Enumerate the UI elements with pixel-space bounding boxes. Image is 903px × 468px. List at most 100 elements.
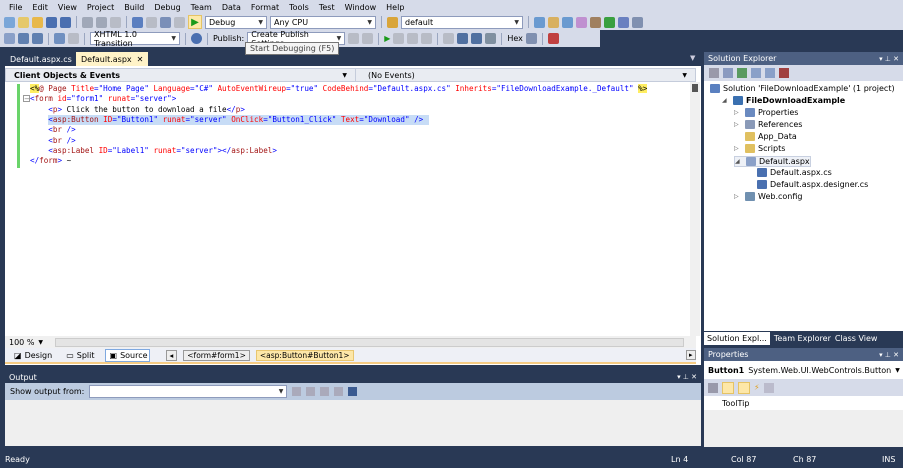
menu-build[interactable]: Build xyxy=(119,3,149,12)
comment-icon[interactable] xyxy=(54,33,65,44)
publish-web-icon[interactable] xyxy=(348,33,360,44)
refresh-icon[interactable] xyxy=(737,68,747,78)
find-input[interactable]: default ▼ xyxy=(401,15,523,29)
client-objects-select[interactable]: Client Objects & Events ▼ xyxy=(6,69,356,81)
start-page-icon[interactable] xyxy=(604,16,615,28)
properties-icon[interactable] xyxy=(709,68,719,78)
start-debugging-button[interactable]: ▶ xyxy=(188,15,202,29)
menu-view[interactable]: View xyxy=(53,3,82,12)
step-over-icon[interactable] xyxy=(471,33,483,44)
alphabetical-icon[interactable] xyxy=(722,381,734,394)
zoom-level[interactable]: 100 % xyxy=(9,338,34,347)
events-icon[interactable]: ⚡ xyxy=(754,383,760,392)
view-code-icon[interactable] xyxy=(751,68,761,78)
collapse-icon[interactable]: − xyxy=(23,95,30,103)
toolbox-icon[interactable] xyxy=(576,16,587,28)
menu-team[interactable]: Team xyxy=(186,3,217,12)
paste-icon[interactable] xyxy=(110,16,121,28)
expander-icon[interactable]: ◢ xyxy=(722,97,730,104)
cut-icon[interactable] xyxy=(82,16,93,28)
expander-icon[interactable]: ▷ xyxy=(734,121,742,128)
categorized-icon[interactable] xyxy=(708,382,718,393)
word-wrap-icon[interactable] xyxy=(348,387,358,396)
tree-item[interactable]: Default.aspx.designer.cs xyxy=(746,180,868,189)
tree-item[interactable]: ◢ Default.aspx xyxy=(734,156,811,167)
show-next-statement-icon[interactable] xyxy=(443,33,455,44)
command-window-icon[interactable] xyxy=(632,16,643,28)
configuration-select[interactable]: Debug ▼ xyxy=(205,15,267,29)
menu-format[interactable]: Format xyxy=(246,3,284,12)
menu-project[interactable]: Project xyxy=(82,3,119,12)
extension-manager-icon[interactable] xyxy=(618,16,629,28)
menu-window[interactable]: Window xyxy=(340,3,382,12)
stop-icon[interactable] xyxy=(407,33,419,44)
hex-button[interactable]: Hex xyxy=(507,34,523,43)
tree-item[interactable]: App_Data xyxy=(734,132,797,141)
open-icon[interactable] xyxy=(32,16,43,28)
continue-icon[interactable]: ▶ xyxy=(384,34,390,43)
crumb-forward-icon[interactable]: ▸ xyxy=(686,350,696,360)
tree-item[interactable]: ▷ References xyxy=(734,120,802,129)
split-icon[interactable] xyxy=(692,84,698,92)
tab-solution-explorer[interactable]: Solution Expl... xyxy=(704,332,770,345)
source-view-button[interactable]: ▣ Source xyxy=(104,348,150,362)
find-message-icon[interactable] xyxy=(292,387,302,396)
indent-icon[interactable] xyxy=(18,33,29,44)
tree-item[interactable]: Default.aspx.cs xyxy=(746,168,832,177)
edit-publish-icon[interactable] xyxy=(362,33,374,44)
breakpoints-icon[interactable] xyxy=(547,33,559,44)
navigate-forward-icon[interactable] xyxy=(174,16,185,28)
platform-select[interactable]: Any CPU ▼ xyxy=(270,15,376,29)
close-icon[interactable]: ✕ xyxy=(137,55,144,64)
copy-website-icon[interactable] xyxy=(779,68,789,78)
window-controls-icon[interactable]: ▾ ⊥ ✕ xyxy=(879,351,899,359)
menu-file[interactable]: File xyxy=(4,3,27,12)
show-all-files-icon[interactable] xyxy=(723,68,733,78)
hide-variables-icon[interactable] xyxy=(525,33,537,44)
doctype-select[interactable]: XHTML 1.0 Transition ▼ xyxy=(90,30,180,48)
tab-default-aspx-cs[interactable]: Default.aspx.cs xyxy=(5,52,77,66)
menu-edit[interactable]: Edit xyxy=(27,3,53,12)
expander-icon[interactable]: ◢ xyxy=(735,158,743,165)
menu-tools[interactable]: Tools xyxy=(284,3,314,12)
horizontal-scrollbar[interactable] xyxy=(55,337,684,347)
new-project-icon[interactable] xyxy=(4,16,15,28)
breadcrumb-form[interactable]: <form#form1> xyxy=(183,349,250,361)
outdent-icon[interactable] xyxy=(32,33,43,44)
events-select[interactable]: (No Events) ▼ xyxy=(356,69,695,81)
breadcrumb-button[interactable]: <asp:Button#Button1> xyxy=(255,349,354,361)
undo-icon[interactable] xyxy=(132,16,143,28)
object-browser-icon[interactable] xyxy=(562,16,573,28)
tools-icon[interactable] xyxy=(590,16,601,28)
expander-icon[interactable]: ▷ xyxy=(734,145,742,152)
tree-item[interactable]: ◢ FileDownloadExample xyxy=(722,96,845,105)
window-controls-icon[interactable]: ▾ ⊥ ✕ xyxy=(879,55,899,63)
properties-object-select[interactable]: Button1 System.Web.UI.WebControls.Button ▼ xyxy=(704,361,903,379)
pause-icon[interactable] xyxy=(393,33,405,44)
tree-item[interactable]: ▷ Web.config xyxy=(734,192,802,201)
expander-icon[interactable]: ▷ xyxy=(734,193,742,200)
tree-item[interactable]: ▷ Properties xyxy=(734,108,798,117)
output-content[interactable] xyxy=(5,400,701,446)
navigate-icon[interactable] xyxy=(160,16,171,28)
design-view-button[interactable]: ◪ Design xyxy=(10,350,56,361)
step-into-icon[interactable] xyxy=(457,33,469,44)
menu-debug[interactable]: Debug xyxy=(149,3,185,12)
previous-message-icon[interactable] xyxy=(306,387,316,396)
view-designer-icon[interactable] xyxy=(765,68,775,78)
save-all-icon[interactable] xyxy=(60,16,71,28)
property-pages-icon[interactable] xyxy=(763,382,774,393)
vertical-scrollbar[interactable] xyxy=(690,82,700,336)
copy-icon[interactable] xyxy=(96,16,107,28)
expander-icon[interactable]: ▷ xyxy=(734,109,742,116)
clear-all-icon[interactable] xyxy=(334,387,344,396)
tab-list-dropdown-icon[interactable]: ▼ xyxy=(690,54,695,62)
tree-item[interactable]: ▷ Scripts xyxy=(734,144,785,153)
step-out-icon[interactable] xyxy=(485,33,497,44)
crumb-back-icon[interactable]: ◂ xyxy=(165,349,178,361)
format-icon[interactable] xyxy=(4,33,15,44)
window-controls-icon[interactable]: ▾ ⊥ ✕ xyxy=(677,373,697,381)
find-in-files-icon[interactable] xyxy=(387,16,398,28)
next-message-icon[interactable] xyxy=(320,387,330,396)
split-view-button[interactable]: ▭ Split xyxy=(62,350,98,361)
